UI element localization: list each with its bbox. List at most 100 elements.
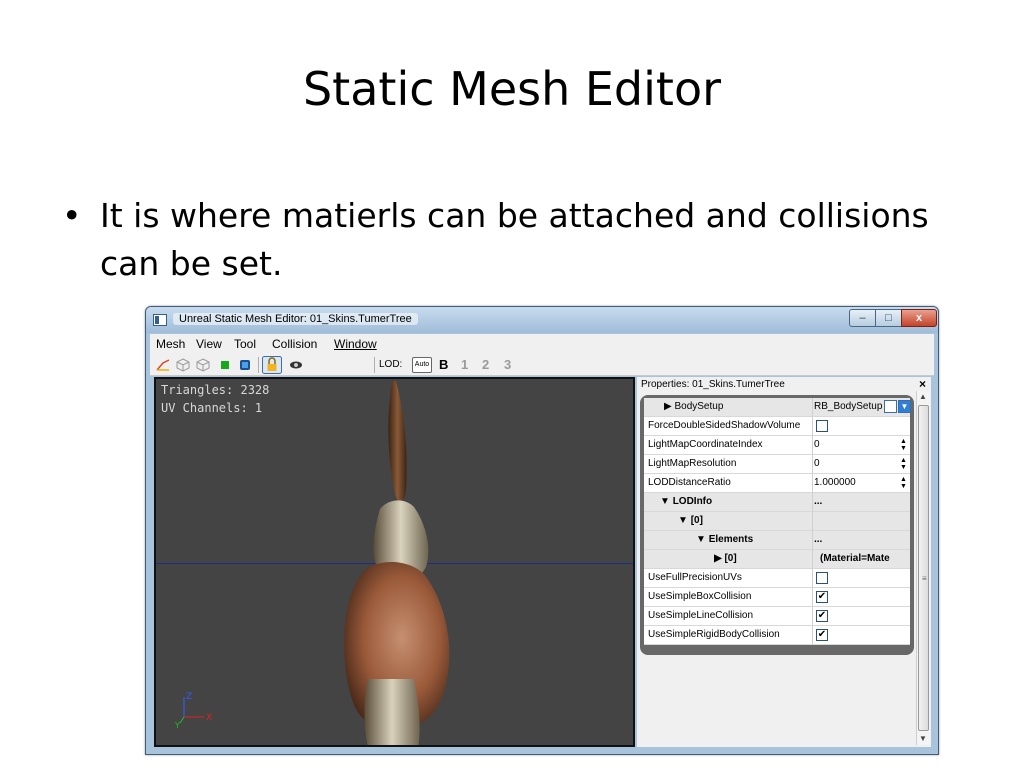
column-divider — [812, 569, 813, 588]
toolbar-separator — [258, 357, 259, 373]
column-divider — [812, 512, 813, 531]
lod-base-button[interactable]: B — [439, 357, 448, 372]
property-value: RB_BodySetup — [814, 401, 883, 412]
bullet-marker: • — [62, 196, 82, 235]
wireframe-icon[interactable] — [156, 358, 170, 372]
property-checkbox[interactable]: ✔ — [816, 591, 828, 603]
property-name: ▶ [0] — [714, 553, 737, 564]
property-value: (Material=Mate — [820, 553, 890, 564]
property-row-lightmapresolution: LightMapResolution 0 ▲ ▼ — [644, 455, 910, 474]
menu-bar: Mesh View Tool Collision Window — [150, 334, 934, 354]
close-button[interactable]: x — [901, 309, 937, 327]
lod-1-button[interactable]: 1 — [461, 357, 468, 372]
column-divider — [812, 474, 813, 493]
property-value[interactable]: 1.000000 — [814, 477, 910, 488]
property-row-elements[interactable]: ▼ Elements ... — [644, 531, 910, 550]
lod-label: LOD: — [379, 359, 403, 370]
properties-caption: Properties: 01_Skins.TumerTree — [641, 379, 785, 390]
property-row-forcedoublesided: ForceDoubleSidedShadowVolume — [644, 417, 910, 436]
column-divider — [812, 455, 813, 474]
solid-green-icon[interactable] — [218, 358, 232, 372]
property-row-lodinfo[interactable]: ▼ LODInfo ... — [644, 493, 910, 512]
triangle-count: Triangles: 2328 — [161, 383, 270, 397]
window-title: Unreal Static Mesh Editor: 01_Skins.Tume… — [173, 313, 418, 325]
menu-window[interactable]: Window — [334, 337, 377, 351]
lock-icon[interactable] — [262, 356, 282, 374]
property-name: ForceDoubleSidedShadowVolume — [648, 420, 801, 431]
title-bar[interactable]: Unreal Static Mesh Editor: 01_Skins.Tume… — [146, 307, 938, 333]
bounds-icon[interactable] — [176, 358, 190, 372]
toolbar: LOD: Auto B 1 2 3 — [150, 354, 934, 376]
properties-scrollbar[interactable]: ▲ ≡ ▼ — [916, 391, 930, 745]
property-checkbox[interactable] — [816, 420, 828, 432]
toolbar-separator — [374, 357, 375, 373]
property-grid-body: ▶ BodySetup RB_BodySetup ▼ ForceDoubleSi… — [644, 398, 911, 645]
property-name: UseSimpleRigidBodyCollision — [648, 629, 780, 640]
property-row-usesimplerigidbodycollision: UseSimpleRigidBodyCollision ✔ — [644, 626, 910, 645]
minimize-button[interactable]: – — [849, 309, 876, 327]
property-row-usesimpleboxcollision: UseSimpleBoxCollision ✔ — [644, 588, 910, 607]
tree-mesh-preview — [344, 381, 450, 745]
property-name: LODDistanceRatio — [648, 477, 731, 488]
scroll-up-arrow-icon[interactable]: ▲ — [919, 392, 927, 401]
solid-blue-icon[interactable] — [238, 358, 252, 372]
lod-3-button[interactable]: 3 — [504, 357, 511, 372]
app-icon — [153, 314, 167, 326]
property-row-elements-0[interactable]: ▶ [0] (Material=Mate — [644, 550, 910, 569]
property-grid: ▶ BodySetup RB_BodySetup ▼ ForceDoubleSi… — [640, 395, 914, 655]
axis-x-label: X — [206, 713, 212, 723]
property-name: ▼ LODInfo — [660, 496, 713, 507]
spinner-arrows-icon[interactable]: ▲ ▼ — [900, 438, 907, 452]
property-value[interactable]: 0 — [814, 439, 910, 450]
column-divider — [812, 626, 813, 645]
property-name: UseSimpleLineCollision — [648, 610, 754, 621]
mesh-viewport[interactable]: Triangles: 2328 UV Channels: 1 Z X Y — [154, 377, 635, 747]
eye-icon[interactable] — [289, 358, 303, 372]
property-name: UseSimpleBoxCollision — [648, 591, 752, 602]
collision-icon[interactable] — [196, 358, 210, 372]
property-row-usesimplelinecollision: UseSimpleLineCollision ✔ — [644, 607, 910, 626]
column-divider — [812, 531, 813, 550]
clear-button[interactable] — [884, 400, 897, 413]
property-name: LightMapResolution — [648, 458, 737, 469]
property-name: ▶ BodySetup — [664, 401, 724, 412]
property-checkbox[interactable]: ✔ — [816, 629, 828, 641]
axis-y-label: Y — [174, 721, 180, 729]
menu-mesh[interactable]: Mesh — [156, 337, 185, 351]
property-row-lightmapcoordinateindex: LightMapCoordinateIndex 0 ▲ ▼ — [644, 436, 910, 455]
axis-gizmo: Z X Y — [174, 692, 212, 729]
dropdown-arrow-icon[interactable]: ▼ — [898, 400, 911, 413]
static-mesh-editor-window: Unreal Static Mesh Editor: 01_Skins.Tume… — [145, 306, 939, 755]
property-row-bodysetup[interactable]: ▶ BodySetup RB_BodySetup ▼ — [644, 398, 911, 417]
column-divider — [812, 436, 813, 455]
spinner-arrows-icon[interactable]: ▲ ▼ — [900, 457, 907, 471]
column-divider — [812, 493, 813, 512]
property-name: UseFullPrecisionUVs — [648, 572, 742, 583]
property-row-lodinfo-0[interactable]: ▼ [0] — [644, 512, 910, 531]
menu-tool[interactable]: Tool — [234, 337, 256, 351]
property-value: ... — [814, 496, 823, 507]
spinner-arrows-icon[interactable]: ▲ ▼ — [900, 476, 907, 490]
column-divider — [812, 588, 813, 607]
axis-z-label: Z — [186, 692, 192, 702]
menu-view[interactable]: View — [196, 337, 222, 351]
property-checkbox[interactable]: ✔ — [816, 610, 828, 622]
properties-panel: Properties: 01_Skins.TumerTree × ▲ ≡ ▼ ▶… — [637, 377, 931, 747]
maximize-button[interactable]: □ — [875, 309, 902, 327]
slide-bullet: • It is where matierls can be attached a… — [62, 192, 942, 288]
lod-2-button[interactable]: 2 — [482, 357, 489, 372]
menu-collision[interactable]: Collision — [272, 337, 317, 351]
property-value[interactable]: 0 — [814, 458, 910, 469]
column-divider — [812, 398, 813, 417]
uv-channel-count: UV Channels: 1 — [161, 401, 263, 415]
scroll-thumb[interactable]: ≡ — [918, 405, 929, 731]
properties-close-button[interactable]: × — [919, 377, 926, 391]
scroll-grip-icon: ≡ — [922, 574, 927, 583]
property-row-loddistanceratio: LODDistanceRatio 1.000000 ▲ ▼ — [644, 474, 910, 493]
property-checkbox[interactable] — [816, 572, 828, 584]
lod-auto-button[interactable]: Auto — [412, 357, 432, 373]
property-row-usefullprecisionuvs: UseFullPrecisionUVs — [644, 569, 910, 588]
scroll-down-arrow-icon[interactable]: ▼ — [919, 734, 927, 743]
column-divider — [812, 417, 813, 436]
property-name: LightMapCoordinateIndex — [648, 439, 763, 450]
